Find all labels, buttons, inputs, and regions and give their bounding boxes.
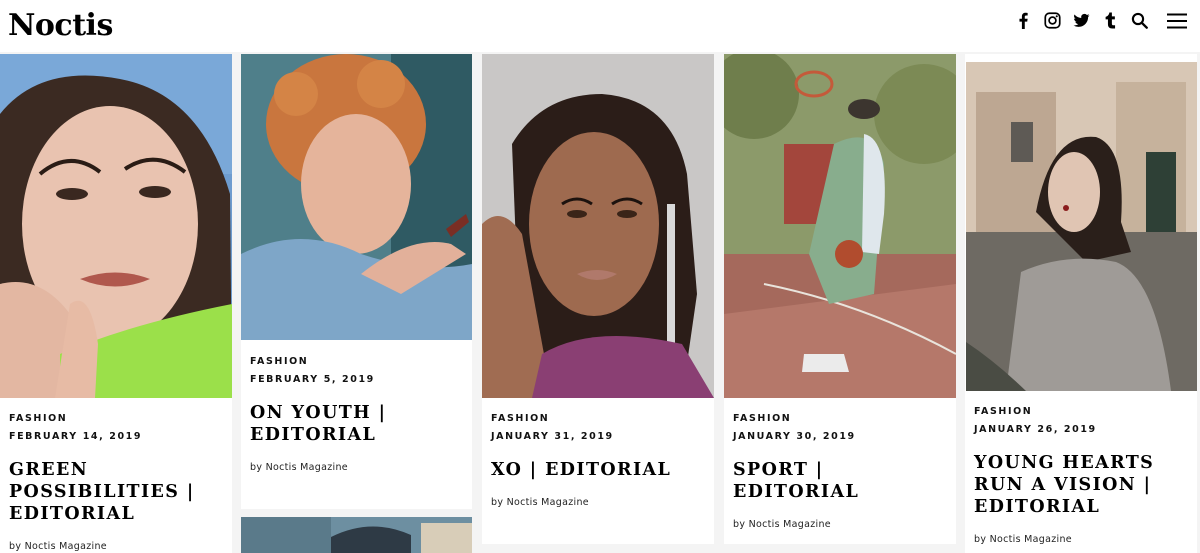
post-byline: by Noctis Magazine (491, 497, 706, 509)
byline-prefix: by (733, 519, 746, 530)
byline-prefix: by (974, 534, 987, 545)
post-card[interactable]: FASHION FEBRUARY 14, 2019 GREEN POSSIBIL… (0, 54, 232, 553)
post-date: JANUARY 26, 2019 (974, 424, 1097, 435)
post-image[interactable] (966, 62, 1197, 391)
site-header: Noctis (0, 0, 1200, 52)
search-icon[interactable] (1131, 12, 1148, 29)
instagram-icon[interactable] (1044, 12, 1061, 29)
post-date: JANUARY 30, 2019 (733, 431, 856, 442)
post-author[interactable]: Noctis Magazine (990, 534, 1072, 545)
post-image[interactable] (241, 517, 472, 553)
post-byline: by Noctis Magazine (9, 541, 224, 553)
post-category[interactable]: FASHION (733, 413, 948, 425)
post-category[interactable]: FASHION (974, 406, 1189, 418)
post-card[interactable]: FASHION JANUARY 26, 2019 YOUNG HEARTS RU… (965, 54, 1197, 553)
post-category[interactable]: FASHION (491, 413, 706, 425)
post-meta: FASHION JANUARY 26, 2019 YOUNG HEARTS RU… (974, 406, 1189, 546)
twitter-icon[interactable] (1073, 12, 1090, 29)
post-title[interactable]: XO | EDITORIAL (491, 459, 706, 481)
post-author[interactable]: Noctis Magazine (749, 519, 831, 530)
byline-prefix: by (9, 541, 22, 552)
byline-prefix: by (491, 497, 504, 508)
post-category[interactable]: FASHION (250, 356, 464, 368)
post-title[interactable]: GREEN POSSIBILITIES | EDITORIAL (9, 459, 224, 525)
post-image[interactable] (241, 54, 472, 340)
post-title[interactable]: YOUNG HEARTS RUN A VISION | EDITORIAL (974, 452, 1189, 518)
post-card[interactable]: FASHION FEBRUARY 5, 2019 ON YOUTH | EDIT… (241, 54, 472, 509)
tumblr-icon[interactable] (1102, 12, 1119, 29)
post-author[interactable]: Noctis Magazine (25, 541, 107, 552)
menu-icon[interactable] (1166, 12, 1188, 29)
post-title[interactable]: SPORT | EDITORIAL (733, 459, 948, 503)
post-card[interactable] (241, 517, 472, 553)
post-byline: by Noctis Magazine (974, 534, 1189, 546)
post-image[interactable] (482, 54, 714, 398)
post-meta: FASHION JANUARY 31, 2019 XO | EDITORIAL … (491, 413, 706, 509)
post-date: FEBRUARY 5, 2019 (250, 374, 375, 385)
header-icons (1015, 12, 1188, 29)
post-meta: FASHION FEBRUARY 14, 2019 GREEN POSSIBIL… (9, 413, 224, 553)
post-title[interactable]: ON YOUTH | EDITORIAL (250, 402, 464, 446)
post-card[interactable]: FASHION JANUARY 31, 2019 XO | EDITORIAL … (482, 54, 714, 544)
post-image[interactable] (724, 54, 956, 398)
post-image[interactable] (0, 54, 232, 398)
post-card[interactable]: FASHION JANUARY 30, 2019 SPORT | EDITORI… (724, 54, 956, 544)
facebook-icon[interactable] (1015, 12, 1032, 29)
post-author[interactable]: Noctis Magazine (266, 462, 348, 473)
post-date: JANUARY 31, 2019 (491, 431, 614, 442)
post-byline: by Noctis Magazine (733, 519, 948, 531)
post-meta: FASHION FEBRUARY 5, 2019 ON YOUTH | EDIT… (250, 356, 464, 474)
post-byline: by Noctis Magazine (250, 462, 464, 474)
site-logo[interactable]: Noctis (8, 6, 113, 46)
post-date: FEBRUARY 14, 2019 (9, 431, 143, 442)
post-category[interactable]: FASHION (9, 413, 224, 425)
post-author[interactable]: Noctis Magazine (507, 497, 589, 508)
byline-prefix: by (250, 462, 263, 473)
post-meta: FASHION JANUARY 30, 2019 SPORT | EDITORI… (733, 413, 948, 531)
